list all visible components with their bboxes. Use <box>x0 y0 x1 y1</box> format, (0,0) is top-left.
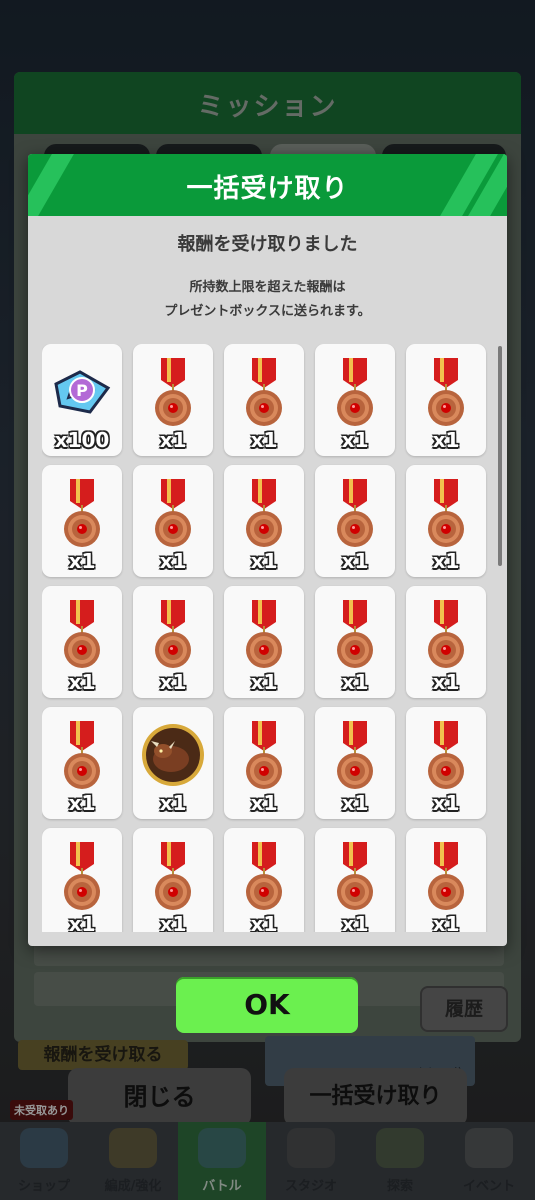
bronze-medal-icon <box>428 842 464 910</box>
reward-quantity: x1 <box>159 549 187 573</box>
bronze-medal-icon <box>428 358 464 426</box>
reward-quantity: x1 <box>341 549 369 573</box>
reward-card[interactable]: x1 <box>42 828 122 932</box>
reward-quantity: x1 <box>159 670 187 694</box>
reward-card[interactable]: x1 <box>224 465 304 577</box>
bulk-receive-dialog: 一括受け取り 報酬を受け取りました 所持数上限を超えた報酬は プレゼントボックス… <box>28 154 507 946</box>
bronze-medal-icon <box>64 600 100 668</box>
reward-card[interactable]: x1 <box>133 465 213 577</box>
reward-quantity: x1 <box>341 791 369 815</box>
reward-quantity: x1 <box>159 791 187 815</box>
reward-card[interactable]: x1 <box>133 344 213 456</box>
reward-card[interactable]: x1 <box>42 586 122 698</box>
bronze-medal-icon <box>64 479 100 547</box>
ok-button[interactable]: OK <box>176 977 358 1033</box>
bronze-medal-icon <box>337 600 373 668</box>
reward-quantity: x1 <box>341 912 369 932</box>
reward-quantity: x1 <box>432 549 460 573</box>
reward-quantity: x1 <box>250 912 278 932</box>
bronze-medal-icon <box>246 358 282 426</box>
svg-text:P: P <box>76 381 88 400</box>
reward-card[interactable]: x1 <box>406 707 486 819</box>
reward-quantity: x1 <box>159 428 187 452</box>
reward-card[interactable]: x1 <box>315 828 395 932</box>
bronze-medal-icon <box>155 842 191 910</box>
reward-card[interactable]: x1 <box>42 707 122 819</box>
reward-quantity: x1 <box>68 670 96 694</box>
monster-coin-icon <box>142 724 204 786</box>
reward-quantity: x1 <box>341 428 369 452</box>
bronze-medal-icon <box>337 479 373 547</box>
bronze-medal-icon <box>64 842 100 910</box>
reward-card[interactable]: x1 <box>224 707 304 819</box>
bronze-medal-icon <box>337 358 373 426</box>
bronze-medal-icon <box>155 479 191 547</box>
reward-quantity: x1 <box>432 670 460 694</box>
partner-ticket-icon: P <box>54 370 111 414</box>
bronze-medal-icon <box>428 721 464 789</box>
reward-quantity: x1 <box>250 428 278 452</box>
reward-card[interactable]: x1 <box>224 828 304 932</box>
bronze-medal-icon <box>155 600 191 668</box>
bronze-medal-icon <box>155 358 191 426</box>
reward-card[interactable]: x1 <box>133 828 213 932</box>
reward-card[interactable]: x1 <box>315 465 395 577</box>
reward-card[interactable]: x1 <box>406 828 486 932</box>
reward-grid-viewport[interactable]: P x100 x1 x1 x1 x1 x1 x1 x1 x1 x1 x1 x1 … <box>42 344 502 932</box>
reward-quantity: x1 <box>68 791 96 815</box>
bronze-medal-icon <box>246 842 282 910</box>
reward-quantity: x1 <box>159 912 187 932</box>
reward-quantity: x1 <box>432 791 460 815</box>
bronze-medal-icon <box>428 600 464 668</box>
note-line: 所持数上限を超えた報酬は <box>189 280 346 295</box>
reward-card[interactable]: x1 <box>42 465 122 577</box>
reward-quantity: x1 <box>68 549 96 573</box>
reward-card[interactable]: x1 <box>315 707 395 819</box>
reward-card[interactable]: x1 <box>406 586 486 698</box>
bronze-medal-icon <box>246 600 282 668</box>
reward-card[interactable]: P x100 <box>42 344 122 456</box>
reward-quantity: x1 <box>341 670 369 694</box>
reward-quantity: x1 <box>432 912 460 932</box>
scrollbar[interactable] <box>498 346 502 566</box>
reward-card[interactable]: x1 <box>224 344 304 456</box>
reward-quantity: x1 <box>432 428 460 452</box>
bronze-medal-icon <box>428 479 464 547</box>
reward-quantity: x1 <box>250 549 278 573</box>
reward-card[interactable]: x1 <box>406 465 486 577</box>
bronze-medal-icon <box>246 721 282 789</box>
dialog-subtitle: 報酬を受け取りました <box>177 234 358 255</box>
reward-card[interactable]: x1 <box>406 344 486 456</box>
reward-card[interactable]: x1 <box>224 586 304 698</box>
reward-card[interactable]: x1 <box>133 707 213 819</box>
dialog-note: 所持数上限を超えた報酬は プレゼントボックスに送られます。 <box>28 276 507 324</box>
reward-quantity: x1 <box>250 670 278 694</box>
note-line: プレゼントボックスに送られます。 <box>164 304 371 319</box>
reward-quantity: x100 <box>54 428 110 452</box>
bronze-medal-icon <box>337 842 373 910</box>
bronze-medal-icon <box>64 721 100 789</box>
dialog-title: 一括受け取り <box>186 174 349 204</box>
reward-card[interactable]: x1 <box>133 586 213 698</box>
bronze-medal-icon <box>337 721 373 789</box>
bronze-medal-icon <box>246 479 282 547</box>
dialog-header: 一括受け取り <box>28 154 507 216</box>
reward-quantity: x1 <box>250 791 278 815</box>
reward-card[interactable]: x1 <box>315 586 395 698</box>
reward-card[interactable]: x1 <box>315 344 395 456</box>
reward-quantity: x1 <box>68 912 96 932</box>
